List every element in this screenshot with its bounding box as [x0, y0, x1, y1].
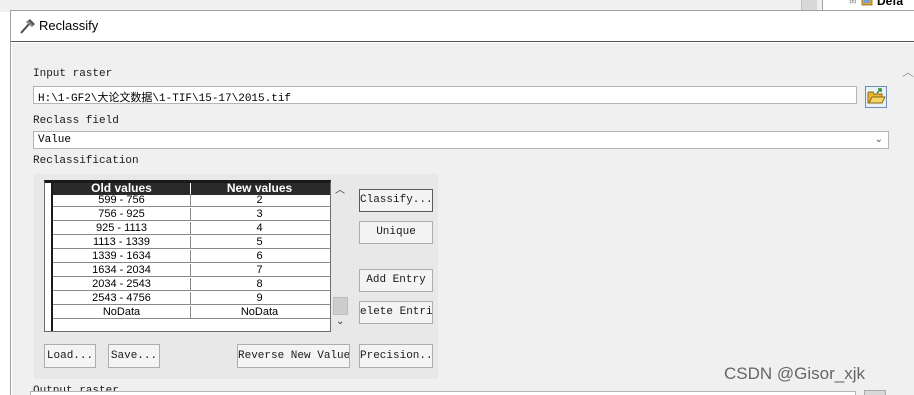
input-raster-value: H:\1-GF2\大论文数据\1-TIF\15-17\2015.tif [38, 93, 292, 104]
dialog-content: ︿ Input raster H:\1-GF2\大论文数据\1-TIF\15-1… [12, 43, 914, 395]
scrollbar-thumb[interactable] [333, 297, 348, 315]
old-value-cell[interactable]: 925 - 1113 [53, 222, 191, 235]
layer-icon [861, 0, 873, 6]
reclassify-dialog: Reclassify ︿ Input raster H:\1-GF2\大论文数据… [10, 10, 914, 395]
save-button[interactable]: Save... [108, 344, 160, 368]
title-bar[interactable]: Reclassify [11, 11, 914, 42]
old-value-cell[interactable]: 756 - 925 [53, 208, 191, 221]
old-value-cell[interactable]: 2034 - 2543 [53, 278, 191, 291]
input-raster-field[interactable]: H:\1-GF2\大论文数据\1-TIF\15-17\2015.tif [33, 86, 857, 104]
column-header-new-values[interactable]: New values [191, 183, 328, 194]
table-row[interactable]: 925 - 1113 4 [53, 222, 330, 235]
new-value-cell[interactable]: 8 [191, 278, 328, 290]
column-header-old-values[interactable]: Old values [53, 183, 191, 194]
watermark-text: CSDN @Gisor_xjk [724, 364, 865, 383]
background-scrollbar[interactable] [801, 0, 817, 10]
new-value-cell[interactable]: 9 [191, 292, 328, 304]
chevron-up-icon[interactable]: ︿ [902, 63, 914, 80]
dialog-title: Reclassify [39, 18, 99, 33]
unique-button[interactable]: Unique [359, 221, 433, 244]
new-value-cell[interactable]: 2 [191, 194, 328, 206]
table-scrollbar[interactable]: ︿ ⌄ [332, 180, 349, 332]
table-row[interactable]: 1113 - 1339 5 [53, 236, 330, 249]
chevron-up-icon[interactable]: ︿ [335, 181, 345, 196]
add-entry-button[interactable]: Add Entry [359, 269, 433, 292]
classify-button[interactable]: Classify... [359, 189, 433, 212]
expand-icon[interactable]: ⊞ [849, 0, 857, 6]
old-value-cell[interactable]: 1634 - 2034 [53, 264, 191, 277]
new-value-cell[interactable]: 4 [191, 222, 328, 234]
browse-output-button[interactable] [864, 390, 886, 395]
old-value-cell[interactable]: 1113 - 1339 [53, 236, 191, 249]
new-value-cell[interactable]: 5 [191, 236, 328, 248]
table-row[interactable]: 2034 - 2543 8 [53, 278, 330, 291]
load-button[interactable]: Load... [44, 344, 96, 368]
delete-entries-button[interactable]: elete Entrie [359, 301, 433, 324]
table-row[interactable]: NoData NoData [53, 306, 330, 319]
new-value-cell[interactable]: 3 [191, 208, 328, 220]
reclass-field-label: Reclass field [33, 115, 119, 127]
reclass-field-value: Value [38, 134, 72, 146]
new-value-cell[interactable]: 7 [191, 264, 328, 276]
table-row[interactable]: 756 - 925 3 [53, 208, 330, 221]
reclass-table[interactable]: Old values New values 599 - 756 2 756 - … [44, 180, 331, 332]
hammer-icon [20, 19, 35, 34]
new-value-cell[interactable]: NoData [191, 306, 328, 318]
table-row[interactable]: 599 - 756 2 [53, 194, 330, 207]
open-folder-icon [867, 88, 886, 104]
reclassification-panel: Old values New values 599 - 756 2 756 - … [34, 174, 438, 379]
new-value-cell[interactable]: 6 [191, 250, 328, 262]
reclassification-label: Reclassification [33, 155, 139, 167]
table-row[interactable]: 1634 - 2034 7 [53, 264, 330, 277]
table-row[interactable]: 2543 - 4756 9 [53, 292, 330, 305]
chevron-down-icon[interactable]: ⌄ [336, 316, 344, 327]
input-raster-label: Input raster [33, 68, 113, 80]
old-value-cell[interactable]: 2543 - 4756 [53, 292, 191, 305]
output-raster-field[interactable] [30, 391, 856, 395]
old-value-cell[interactable]: 599 - 756 [53, 194, 191, 207]
tree-item-label[interactable]: Defa [877, 0, 903, 8]
chevron-down-icon: ⌄ [874, 135, 883, 146]
old-value-cell[interactable]: 1339 - 1634 [53, 250, 191, 263]
row-header-column[interactable] [45, 183, 53, 331]
browse-input-button[interactable] [865, 86, 887, 108]
table-row[interactable]: 1339 - 1634 6 [53, 250, 330, 263]
reclass-field-dropdown[interactable]: Value ⌄ [33, 131, 889, 149]
old-value-cell[interactable]: NoData [53, 306, 191, 319]
precision-button[interactable]: Precision... [359, 344, 433, 368]
reverse-new-values-button[interactable]: Reverse New Values [237, 344, 350, 368]
background-tree-panel: ⊞ Defa [822, 0, 914, 10]
